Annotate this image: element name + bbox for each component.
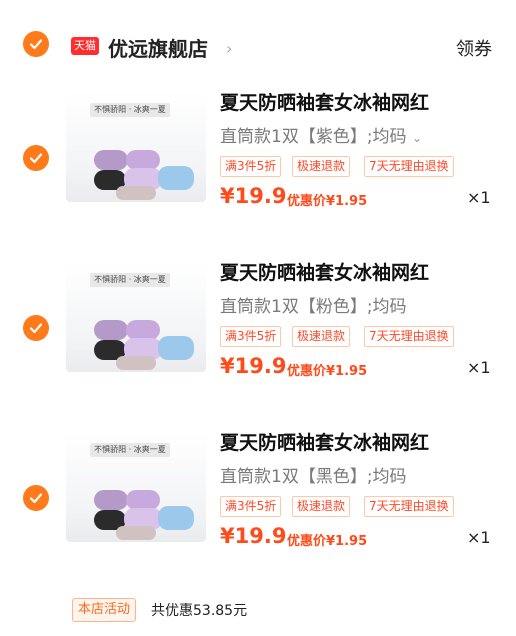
- item-select-checkbox[interactable]: [23, 485, 49, 511]
- cart-item: 不惧骄阳 · 冰爽一夏 夏天防晒袖套女冰袖网红 直筒款1双【黑色】;均码 满3件…: [0, 424, 516, 594]
- chevron-down-icon: ⌄: [411, 131, 423, 145]
- tmall-badge: 天猫: [71, 37, 99, 55]
- item-price: ¥19.9: [220, 524, 287, 548]
- shop-name[interactable]: 优远旗舰店: [108, 33, 208, 62]
- discount-price: 优惠价¥1.95: [287, 364, 368, 379]
- service-tag: 7天无理由退换: [364, 326, 454, 347]
- service-tag: 7天无理由退换: [364, 156, 454, 177]
- shop-header: 天猫 优远旗舰店 › 领券: [0, 22, 516, 66]
- item-select-checkbox[interactable]: [23, 315, 49, 341]
- discount-price: 优惠价¥1.95: [287, 534, 368, 549]
- cart-item: 不惧骄阳 · 冰爽一夏 夏天防晒袖套女冰袖网红 直筒款1双【紫色】;均码 ⌄ 满…: [0, 84, 516, 254]
- item-quantity[interactable]: ×1: [467, 188, 491, 207]
- product-thumbnail[interactable]: 不惧骄阳 · 冰爽一夏: [66, 262, 206, 372]
- cart-shop-card: 天猫 优远旗舰店 › 领券 不惧骄阳 · 冰爽一夏 夏天防晒袖套女冰袖网红 直筒…: [0, 0, 516, 636]
- variant-selector[interactable]: 直筒款1双【紫色】;均码 ⌄: [220, 122, 422, 147]
- service-tag: 极速退款: [292, 496, 351, 517]
- checkmark-icon: [29, 39, 43, 50]
- checkmark-icon: [29, 153, 43, 164]
- cart-item: 不惧骄阳 · 冰爽一夏 夏天防晒袖套女冰袖网红 直筒款1双【粉色】;均码 满3件…: [0, 254, 516, 424]
- shop-promo-footer: 本店活动 共优惠53.85元: [0, 598, 516, 628]
- service-tag: 极速退款: [292, 156, 351, 177]
- item-price: ¥19.9: [220, 354, 287, 378]
- promo-tag: 满3件5折: [220, 156, 282, 177]
- item-price: ¥19.9: [220, 184, 287, 208]
- product-thumbnail[interactable]: 不惧骄阳 · 冰爽一夏: [66, 432, 206, 542]
- thumbnail-banner: 不惧骄阳 · 冰爽一夏: [90, 273, 170, 287]
- product-thumbnail[interactable]: 不惧骄阳 · 冰爽一夏: [66, 92, 206, 202]
- service-tag: 极速退款: [292, 326, 351, 347]
- variant-selector[interactable]: 直筒款1双【黑色】;均码: [220, 462, 407, 487]
- variant-selector[interactable]: 直筒款1双【粉色】;均码: [220, 292, 407, 317]
- item-select-checkbox[interactable]: [23, 145, 49, 171]
- product-title[interactable]: 夏天防晒袖套女冰袖网红: [220, 88, 429, 115]
- chevron-right-icon[interactable]: ›: [226, 39, 232, 58]
- item-quantity[interactable]: ×1: [467, 358, 491, 377]
- variant-label: 直筒款1双【紫色】;均码: [220, 127, 407, 147]
- promo-tag: 满3件5折: [220, 326, 282, 347]
- checkmark-icon: [29, 493, 43, 504]
- product-title[interactable]: 夏天防晒袖套女冰袖网红: [220, 258, 429, 285]
- thumbnail-banner: 不惧骄阳 · 冰爽一夏: [90, 443, 170, 457]
- shop-activity-badge[interactable]: 本店活动: [72, 598, 137, 622]
- discount-price: 优惠价¥1.95: [287, 194, 368, 209]
- variant-label: 直筒款1双【粉色】;均码: [220, 297, 407, 317]
- thumbnail-banner: 不惧骄阳 · 冰爽一夏: [90, 103, 170, 117]
- get-coupon-button[interactable]: 领券: [456, 35, 492, 61]
- promo-tag: 满3件5折: [220, 496, 282, 517]
- service-tag: 7天无理由退换: [364, 496, 454, 517]
- checkmark-icon: [29, 323, 43, 334]
- shop-select-checkbox[interactable]: [23, 31, 49, 57]
- item-quantity[interactable]: ×1: [467, 528, 491, 547]
- total-discount-text: 共优惠53.85元: [151, 603, 248, 619]
- product-title[interactable]: 夏天防晒袖套女冰袖网红: [220, 428, 429, 455]
- variant-label: 直筒款1双【黑色】;均码: [220, 467, 407, 487]
